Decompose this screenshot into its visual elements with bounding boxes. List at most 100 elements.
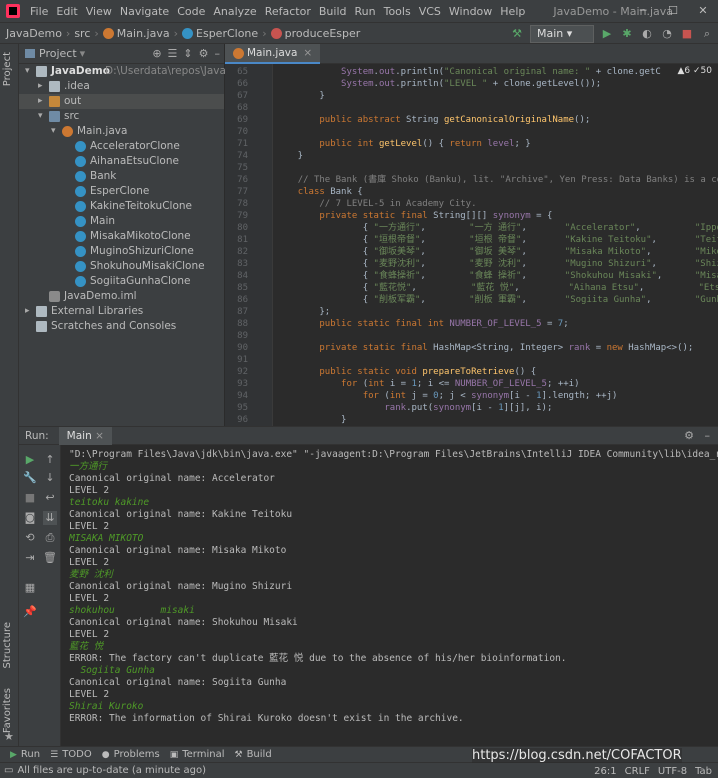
scroll-to-end-icon[interactable]: ⇊ xyxy=(43,511,57,525)
tree-item[interactable]: ▾ src xyxy=(19,109,224,124)
menu-navigate[interactable]: Navigate xyxy=(116,5,173,18)
chevron-down-icon[interactable]: ▾ xyxy=(51,124,61,139)
tree-item[interactable]: MuginoShizuriClone xyxy=(19,244,224,259)
code-area[interactable]: System.out.println("Canonical original n… xyxy=(276,64,718,426)
chevron-down-icon[interactable]: ▾ xyxy=(80,47,86,60)
stop-icon[interactable]: ■ xyxy=(23,491,37,505)
chevron-right-icon[interactable]: ▸ xyxy=(38,79,48,94)
tree-item[interactable]: Bank xyxy=(19,169,224,184)
close-tab-icon[interactable]: × xyxy=(303,47,312,59)
tree-item[interactable]: ▾ JavaDemo D:\Userdata\repos\JavaDem xyxy=(19,64,251,79)
menu-edit[interactable]: Edit xyxy=(52,5,81,18)
run-icon[interactable]: ▶ xyxy=(600,27,614,41)
layout-icon[interactable]: ▦ xyxy=(23,581,37,595)
favorites-tool-tab[interactable]: Favorites xyxy=(2,688,13,733)
coverage-icon[interactable]: ◐ xyxy=(640,27,654,41)
restore-layout-icon[interactable]: ⟲ xyxy=(23,531,37,545)
trash-icon[interactable]: 🗑 xyxy=(43,551,57,565)
tree-item[interactable]: KakineTeitokuClone xyxy=(19,199,224,214)
run-configuration-select[interactable]: Main ▾ xyxy=(530,25,594,43)
caret-position[interactable]: 26:1 xyxy=(594,766,616,777)
collapse-all-icon[interactable]: ☰ xyxy=(168,47,178,60)
code-line[interactable]: { "垣根帝督", "垣根 帝督", "Kakine Teitoku", "Te… xyxy=(276,234,718,246)
code-line[interactable]: public static void prepareToRetrieve() { xyxy=(276,366,536,378)
run-tab-main[interactable]: Main × xyxy=(58,426,112,445)
close-tab-icon[interactable]: × xyxy=(95,430,104,442)
menu-analyze[interactable]: Analyze xyxy=(209,5,260,18)
menu-build[interactable]: Build xyxy=(315,5,351,18)
hide-icon[interactable]: – xyxy=(215,47,221,60)
build-hammer-icon[interactable]: ⚒ xyxy=(510,27,524,41)
code-line[interactable]: rank.put(synonym[i - 1][j], i); xyxy=(276,402,552,414)
tool-tab-run[interactable]: ▶ Run xyxy=(10,749,40,760)
exit-icon[interactable]: ⇥ xyxy=(23,551,37,565)
wrench-icon[interactable]: 🔧 xyxy=(23,471,37,485)
code-line[interactable]: { "御坂美琴", "御坂 美琴", "Misaka Mikoto", "Mik… xyxy=(276,246,718,258)
breadcrumb-src[interactable]: src xyxy=(74,27,90,40)
tree-item[interactable]: ▸ out xyxy=(19,94,224,109)
menu-help[interactable]: Help xyxy=(496,5,529,18)
tool-tab-todo[interactable]: ☰ TODO xyxy=(50,749,92,760)
tab-main-java[interactable]: Main.java × xyxy=(225,44,321,64)
code-line[interactable]: // The Bank (書庫 Shoko (Banku), lit. "Arc… xyxy=(276,174,718,186)
breadcrumb-project[interactable]: JavaDemo xyxy=(6,27,62,40)
code-line[interactable]: public static final int NUMBER_OF_LEVEL_… xyxy=(276,318,568,330)
code-line[interactable]: System.out.println("Canonical original n… xyxy=(276,66,661,78)
search-icon[interactable]: ⌕ xyxy=(700,27,714,41)
code-line[interactable]: private static final HashMap<String, Int… xyxy=(276,342,693,354)
indent-setting[interactable]: Tab xyxy=(695,766,712,777)
pin-icon[interactable]: 📌 xyxy=(23,605,37,619)
camera-icon[interactable]: ◙ xyxy=(23,511,37,525)
file-encoding[interactable]: UTF-8 xyxy=(658,766,687,777)
code-line[interactable]: } xyxy=(276,90,324,102)
hide-icon[interactable]: – xyxy=(705,429,711,442)
code-line[interactable]: { "削板军霸", "削板 軍霸", "Sogiita Gunha", "Gun… xyxy=(276,294,718,306)
breadcrumb-file[interactable]: Main.java xyxy=(117,27,170,40)
up-arrow-icon[interactable]: ↑ xyxy=(43,453,57,467)
code-line[interactable]: public abstract String getCanonicalOrigi… xyxy=(276,114,590,126)
print-icon[interactable]: ⎙ xyxy=(43,531,57,545)
chevron-down-icon[interactable]: ▾ xyxy=(25,64,35,79)
menu-window[interactable]: Window xyxy=(445,5,496,18)
tool-tab-build[interactable]: ⚒ Build xyxy=(234,749,271,760)
stop-icon[interactable]: ■ xyxy=(680,27,694,41)
code-line[interactable]: { "麦野沈利", "麦野 沈利", "Mugino Shizuri", "Sh… xyxy=(276,258,718,270)
code-line[interactable]: } xyxy=(276,150,303,162)
line-separator[interactable]: CRLF xyxy=(625,766,650,777)
project-tool-tab[interactable]: Project xyxy=(2,52,13,86)
code-line[interactable]: for (int i = 1; i <= NUMBER_OF_LEVEL_5; … xyxy=(276,378,579,390)
tree-item[interactable]: ▾ Main.java xyxy=(19,124,224,139)
tree-item[interactable]: ▸ .idea xyxy=(19,79,224,94)
gear-icon[interactable]: ⚙ xyxy=(199,47,209,60)
code-line[interactable]: private static final String[][] synonym … xyxy=(276,210,552,222)
code-line[interactable]: { "一方通行", "一方 通行", "Accelerator", "Ippou… xyxy=(276,222,718,234)
maximize-icon[interactable]: ☐ xyxy=(658,0,688,22)
chevron-down-icon[interactable]: ▾ xyxy=(38,109,48,124)
tree-item[interactable]: AihanaEtsuClone xyxy=(19,154,224,169)
gear-icon[interactable]: ⚙ xyxy=(684,429,694,442)
menu-tools[interactable]: Tools xyxy=(380,5,415,18)
rerun-icon[interactable]: ▶ xyxy=(23,453,37,467)
tree-item[interactable]: Main xyxy=(19,214,224,229)
tree-item[interactable]: EsperClone xyxy=(19,184,224,199)
tree-item[interactable]: JavaDemo.iml xyxy=(19,289,224,304)
code-line[interactable]: // 7 LEVEL-5 in Academy City. xyxy=(276,198,476,210)
chevron-right-icon[interactable]: ▸ xyxy=(38,94,48,109)
breadcrumb-method[interactable]: produceEsper xyxy=(285,27,361,40)
tree-item[interactable]: ShokuhouMisakiClone xyxy=(19,259,224,274)
tree-item[interactable]: ▸ External Libraries xyxy=(19,304,224,319)
code-line[interactable]: { "藍花悦", "藍花 悦", "Aihana Etsu", "Etsu Ai… xyxy=(276,282,718,294)
breadcrumb-class[interactable]: EsperClone xyxy=(196,27,258,40)
star-icon[interactable]: ★ xyxy=(4,730,14,743)
soft-wrap-icon[interactable]: ↩ xyxy=(43,491,57,505)
code-line[interactable]: } xyxy=(276,414,346,426)
close-icon[interactable]: ✕ xyxy=(688,0,718,22)
minimize-icon[interactable]: ─ xyxy=(628,0,658,22)
debug-icon[interactable]: ✱ xyxy=(620,27,634,41)
down-arrow-icon[interactable]: ↓ xyxy=(43,471,57,485)
inspection-widget[interactable]: ▲6 ✓50 xyxy=(677,66,712,76)
code-line[interactable]: for (int j = 0; j < synonym[i - 1].lengt… xyxy=(276,390,618,402)
expand-icon[interactable]: ⇕ xyxy=(183,47,192,60)
chevron-right-icon[interactable]: ▸ xyxy=(25,304,35,319)
code-line[interactable]: class Bank { xyxy=(276,186,363,198)
